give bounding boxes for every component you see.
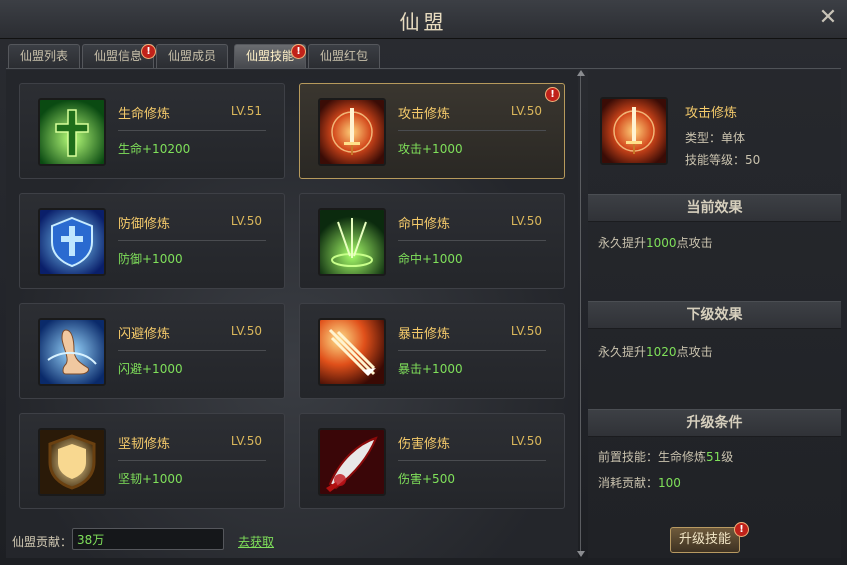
golden-shield-icon (38, 428, 106, 496)
detail-skill-level: 技能等级：50 (685, 153, 761, 167)
detail-skill-type: 类型：单体 (685, 131, 746, 145)
title-bar: 仙盟 ✕ (0, 0, 847, 39)
skill-card-life[interactable]: 生命修炼 LV.51 生命+10200 (19, 83, 285, 179)
card-divider (398, 460, 546, 461)
effect-prefix: 永久提升 (598, 236, 647, 250)
skill-name: 伤害修炼 (398, 437, 451, 452)
upgrade-conditions-header: 升级条件 (588, 409, 841, 437)
card-divider (118, 460, 266, 461)
skill-effect: 防御+1000 (118, 252, 183, 266)
prereq-prefix: 前置技能：生命修炼 (598, 450, 707, 464)
tab-label: 仙盟技能 (245, 49, 294, 63)
tab-alliance-members[interactable]: 仙盟成员 (156, 44, 228, 68)
card-divider (118, 240, 266, 241)
skill-card-toughness[interactable]: 坚韧修炼 LV.50 坚韧+1000 (19, 413, 285, 509)
skill-detail-panel: 攻击修炼 类型：单体 技能等级：50 当前效果 永久提升1000点攻击 下级效果… (588, 70, 841, 558)
skill-level: LV.50 (230, 324, 262, 338)
skill-name: 暴击修炼 (398, 327, 451, 342)
skill-card-defense[interactable]: 防御修炼 LV.50 防御+1000 (19, 193, 285, 289)
tab-label: 仙盟信息 (93, 49, 142, 63)
next-effect-text: 永久提升1020点攻击 (598, 343, 713, 360)
skill-name: 命中修炼 (398, 217, 451, 232)
cost-label: 消耗贡献： (598, 476, 659, 490)
sword-icon (318, 98, 386, 166)
prerequisite-text: 前置技能：生命修炼51级 (598, 448, 733, 465)
skill-effect: 生命+10200 (118, 142, 191, 156)
contribution-value: 38万 (72, 528, 224, 550)
tab-alliance-list[interactable]: 仙盟列表 (8, 44, 80, 68)
effect-value: 1000 (646, 236, 677, 250)
card-divider (398, 240, 546, 241)
scrollbar[interactable] (580, 76, 581, 554)
target-arrows-icon (318, 208, 386, 276)
skill-name: 坚韧修炼 (118, 437, 171, 452)
tab-label: 仙盟列表 (19, 49, 68, 63)
skill-effect: 伤害+500 (398, 472, 455, 486)
contribution-label: 仙盟贡献： (12, 535, 73, 549)
effect-value: 1020 (646, 345, 677, 359)
skill-card-dodge[interactable]: 闪避修炼 LV.50 闪避+1000 (19, 303, 285, 399)
skill-card-attack[interactable]: 攻击修炼 LV.50 攻击+1000 ! (299, 83, 565, 179)
skill-effect: 闪避+1000 (118, 362, 183, 376)
skill-card-accuracy[interactable]: 命中修炼 LV.50 命中+1000 (299, 193, 565, 289)
notification-badge-icon: ! (141, 44, 156, 59)
tab-divider (6, 68, 841, 69)
skill-effect: 命中+1000 (398, 252, 463, 266)
prereq-suffix: 级 (721, 450, 734, 464)
skill-level: LV.50 (510, 434, 542, 448)
skill-level: LV.50 (230, 434, 262, 448)
card-divider (118, 130, 266, 131)
alliance-window: 仙盟 ✕ 仙盟列表 仙盟信息 ! 仙盟成员 仙盟技能 ! 仙盟红包 生命修炼 L… (0, 0, 847, 565)
skill-level: LV.50 (230, 214, 262, 228)
skill-name: 生命修炼 (118, 107, 171, 122)
tab-label: 仙盟成员 (167, 49, 216, 63)
current-effect-header: 当前效果 (588, 194, 841, 222)
tab-label: 仙盟红包 (319, 49, 368, 63)
window-title: 仙盟 (399, 10, 448, 34)
skill-level: LV.51 (230, 104, 262, 118)
current-effect-text: 永久提升1000点攻击 (598, 234, 713, 251)
skill-effect: 坚韧+1000 (118, 472, 183, 486)
next-effect-header: 下级效果 (588, 301, 841, 329)
sword-icon (600, 97, 668, 165)
prereq-value: 51 (706, 450, 722, 464)
skill-grid-panel: 生命修炼 LV.51 生命+10200 攻击修炼 LV.50 攻击+1000 ! (6, 70, 578, 558)
skill-effect: 暴击+1000 (398, 362, 463, 376)
detail-skill-name: 攻击修炼 (685, 106, 738, 121)
flaming-arrow-icon (318, 318, 386, 386)
skill-effect: 攻击+1000 (398, 142, 463, 156)
skill-level: LV.50 (510, 324, 542, 338)
effect-suffix: 点攻击 (676, 236, 713, 250)
notification-badge-icon: ! (545, 87, 560, 102)
cross-icon (38, 98, 106, 166)
upgrade-skill-button[interactable]: 升级技能 (670, 527, 740, 553)
cost-value: 100 (658, 476, 681, 490)
cost-text: 消耗贡献：100 (598, 474, 681, 491)
shield-icon (38, 208, 106, 276)
effect-suffix: 点攻击 (676, 345, 713, 359)
tab-alliance-redpacket[interactable]: 仙盟红包 (308, 44, 380, 68)
skill-level: LV.50 (510, 104, 542, 118)
skill-level: LV.50 (510, 214, 542, 228)
scroll-down-arrow-icon[interactable] (577, 551, 585, 557)
skill-name: 防御修炼 (118, 217, 171, 232)
skill-card-damage[interactable]: 伤害修炼 LV.50 伤害+500 (299, 413, 565, 509)
foot-swirl-icon (38, 318, 106, 386)
notification-badge-icon: ! (734, 522, 749, 537)
blade-icon (318, 428, 386, 496)
skill-name: 闪避修炼 (118, 327, 171, 342)
close-icon[interactable]: ✕ (817, 7, 839, 29)
skill-card-critical[interactable]: 暴击修炼 LV.50 暴击+1000 (299, 303, 565, 399)
card-divider (398, 350, 546, 351)
effect-prefix: 永久提升 (598, 345, 647, 359)
skill-name: 攻击修炼 (398, 107, 451, 122)
card-divider (118, 350, 266, 351)
obtain-contribution-link[interactable]: 去获取 (238, 533, 274, 550)
card-divider (398, 130, 546, 131)
notification-badge-icon: ! (291, 44, 306, 59)
scroll-up-arrow-icon[interactable] (577, 70, 585, 76)
